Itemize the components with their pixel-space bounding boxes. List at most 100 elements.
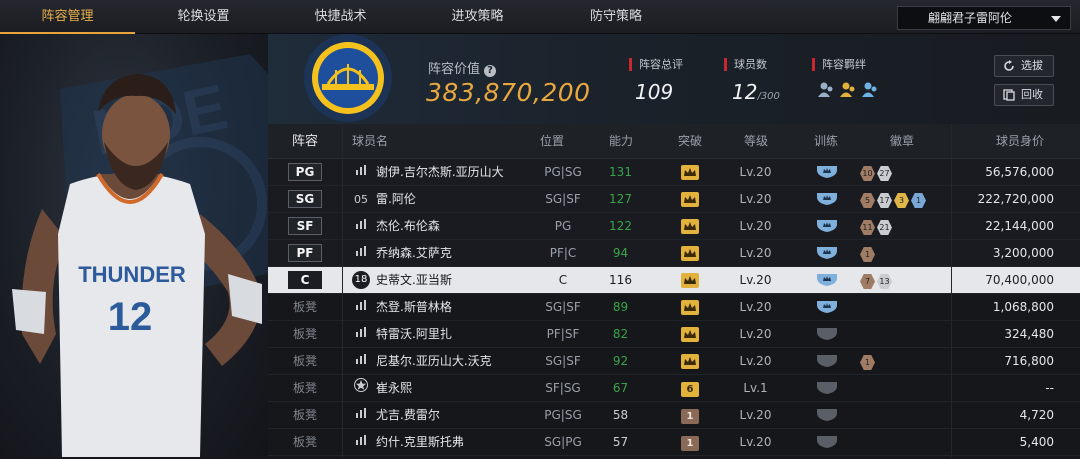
header-ability[interactable]: 能力: [609, 124, 633, 159]
player-name[interactable]: 崔永熙: [376, 375, 536, 402]
badge-list[interactable]: 11 21: [860, 213, 955, 240]
training-shield-icon[interactable]: [806, 348, 848, 378]
table-row[interactable]: PG 谢伊.吉尔杰斯.亚历山大 PG|SG 131 Lv.20 10 27 56,576,00…: [268, 159, 1080, 186]
player-name[interactable]: 特雷沃.阿里扎: [376, 321, 536, 348]
badge-list[interactable]: 1: [860, 240, 955, 267]
player-name[interactable]: 史蒂文.亚当斯: [376, 267, 536, 294]
player-name[interactable]: 尤吉.费雷尔: [376, 402, 536, 429]
player-ability: 131: [609, 165, 632, 179]
table-row[interactable]: SG 05 雷.阿伦 SG|SF 127 Lv.20 5 17 3 1 222,720,000: [268, 186, 1080, 213]
breakthrough-icon[interactable]: [668, 240, 712, 268]
training-shield-icon[interactable]: [806, 240, 848, 270]
player-name[interactable]: 杰伦.布伦森: [376, 213, 536, 240]
tab-quick-tactics[interactable]: 快捷战术: [272, 0, 409, 34]
star-icon: [352, 375, 370, 402]
training-shield-icon[interactable]: [806, 429, 848, 459]
jersey-number: 12: [108, 295, 153, 339]
table-row[interactable]: 板凳 崔永熙 SF|SG 67 6 Lv.1 --: [268, 375, 1080, 402]
header-badges[interactable]: 徽章: [890, 124, 914, 159]
training-shield-icon[interactable]: [806, 267, 848, 297]
player-name[interactable]: 谢伊.吉尔杰斯.亚历山大: [376, 159, 536, 186]
synergy-icons[interactable]: [816, 80, 886, 104]
overall-rating-value: 109: [635, 80, 674, 104]
column-divider: [951, 124, 952, 457]
badge-list[interactable]: 7 13: [860, 267, 955, 294]
header-position[interactable]: 位置: [540, 124, 564, 159]
header-level[interactable]: 等级: [744, 124, 768, 159]
breakthrough-icon[interactable]: 1: [668, 402, 712, 429]
player-count-value: 12/300: [732, 80, 780, 104]
chevron-down-icon: [1051, 16, 1061, 22]
player-name[interactable]: 尼基尔.亚历山大.沃克: [376, 348, 536, 375]
badge-list[interactable]: 1: [860, 348, 955, 375]
player-price: 3,200,000: [992, 246, 1054, 260]
lineup-slot: 板凳: [268, 348, 342, 375]
breakthrough-icon[interactable]: [668, 159, 712, 187]
breakthrough-icon[interactable]: [668, 186, 712, 214]
badge-list[interactable]: 10 27: [860, 159, 955, 186]
tab-lineup-management[interactable]: 阵容管理: [0, 0, 135, 34]
table-row[interactable]: 板凳 特雷沃.阿里扎 PF|SF 82 Lv.20 324,480: [268, 321, 1080, 348]
position-badge: SG: [288, 190, 322, 208]
stats-bars-icon: [352, 402, 370, 429]
player-price: 56,576,000: [985, 165, 1054, 179]
breakthrough-icon[interactable]: [668, 321, 712, 349]
recycle-button[interactable]: 回收: [994, 84, 1054, 106]
table-row[interactable]: SF 杰伦.布伦森 PG 122 Lv.20 11 21 22,144,000: [268, 213, 1080, 240]
table-row[interactable]: PF 乔纳森.艾萨克 PF|C 94 Lv.20 1 3,200,000: [268, 240, 1080, 267]
player-level: Lv.20: [739, 219, 772, 233]
table-row[interactable]: 板凳 尼基尔.亚历山大.沃克 SG|SF 92 Lv.20 1 716,800: [268, 348, 1080, 375]
table-row[interactable]: 板凳 杰登.斯普林格 SG|SF 89 Lv.20 1,068,800: [268, 294, 1080, 321]
header-breakthrough[interactable]: 突破: [678, 124, 702, 159]
warriors-team-logo: [304, 34, 392, 122]
training-shield-icon[interactable]: [806, 321, 848, 351]
bronze-badge-icon: 11: [860, 220, 875, 235]
stats-bars-icon: [352, 294, 370, 321]
silver-badge-icon: 27: [877, 166, 892, 181]
jersey-number-badge: 18: [352, 271, 370, 289]
breakthrough-icon[interactable]: [668, 213, 712, 241]
position-badge: PG: [288, 163, 322, 181]
table-row[interactable]: 板凳 尤吉.费雷尔 PG|SG 58 1 Lv.20 4,720: [268, 402, 1080, 429]
header-price[interactable]: 球员身价: [996, 124, 1044, 159]
breakthrough-icon[interactable]: [668, 294, 712, 322]
bronze-badge-icon: 1: [860, 247, 875, 262]
table-body: PG 谢伊.吉尔杰斯.亚历山大 PG|SG 131 Lv.20 10 27 56,576,00…: [268, 159, 1080, 456]
training-shield-icon[interactable]: [806, 186, 848, 216]
position-badge: PF: [288, 244, 322, 262]
training-shield-icon[interactable]: [806, 294, 848, 324]
badge-list[interactable]: 5 17 3 1: [860, 186, 955, 213]
jersey-number-badge: 05: [354, 193, 368, 206]
training-shield-icon[interactable]: [806, 402, 848, 432]
player-level: Lv.1: [743, 381, 768, 395]
breakthrough-icon[interactable]: 6: [668, 375, 712, 402]
stats-bars-icon: [352, 429, 370, 456]
bronze-badge-icon: 5: [860, 193, 875, 208]
player-count: 12: [732, 80, 758, 104]
crown-icon: [681, 327, 699, 342]
tab-rotation-settings[interactable]: 轮换设置: [135, 0, 272, 34]
player-level: Lv.20: [739, 327, 772, 341]
tab-defense-strategy[interactable]: 防守策略: [546, 0, 686, 34]
player-name[interactable]: 乔纳森.艾萨克: [376, 240, 536, 267]
player-name[interactable]: 约什.克里斯托弗: [376, 429, 536, 456]
training-shield-icon[interactable]: [806, 213, 848, 243]
breakthrough-icon[interactable]: [668, 348, 712, 376]
table-row[interactable]: C 18 史蒂文.亚当斯 C 116 Lv.20 7 13 70,400,000: [268, 267, 1080, 294]
team-select-dropdown[interactable]: 翩翩君子雷阿伦: [897, 6, 1071, 30]
table-header: 阵容 球员名 位置 能力 突破 等级 训练 徽章 球员身价: [268, 124, 1080, 159]
tab-offense-strategy[interactable]: 进攻策略: [409, 0, 546, 34]
breakthrough-icon[interactable]: [668, 267, 712, 295]
help-icon[interactable]: ?: [484, 65, 497, 77]
breakthrough-level: 1: [681, 409, 699, 424]
training-shield-icon[interactable]: [806, 159, 848, 189]
player-count-total: /300: [757, 91, 780, 102]
player-name[interactable]: 杰登.斯普林格: [376, 294, 536, 321]
table-row[interactable]: 板凳 约什.克里斯托弗 SG|PG 57 1 Lv.20 5,400: [268, 429, 1080, 456]
training-shield-icon[interactable]: [806, 375, 848, 405]
player-name[interactable]: 雷.阿伦: [376, 186, 536, 213]
player-level: Lv.20: [739, 300, 772, 314]
select-players-button[interactable]: 选拔: [994, 55, 1054, 77]
header-training[interactable]: 训练: [814, 124, 838, 159]
breakthrough-icon[interactable]: 1: [668, 429, 712, 456]
